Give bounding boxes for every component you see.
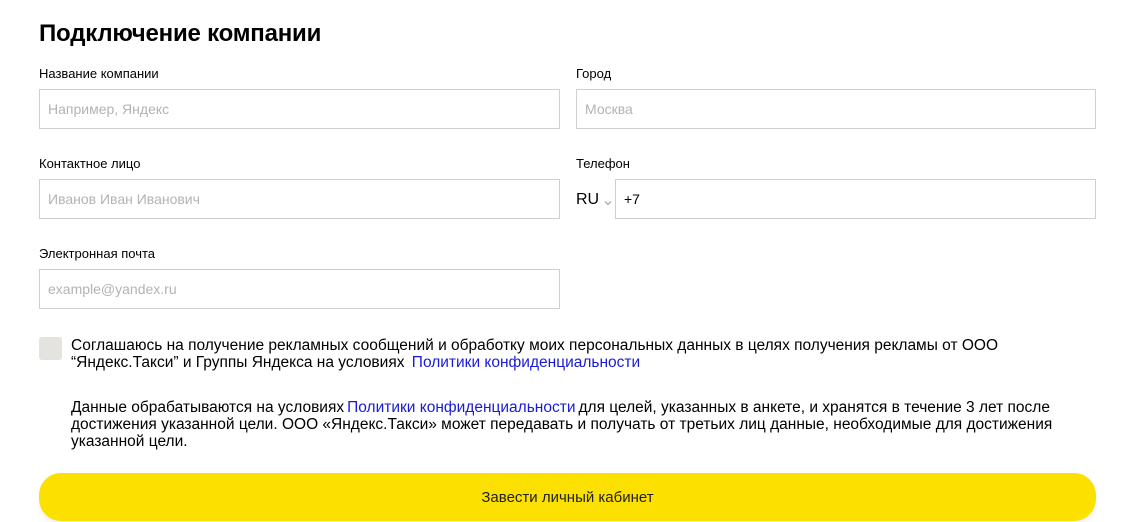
notice-text-before: Данные обрабатываются на условиях	[71, 399, 345, 416]
country-code-value: RU	[576, 191, 600, 208]
company-signup-form: Подключение компании Название компании Г…	[39, 0, 1096, 522]
contact-person-label: Контактное лицо	[39, 156, 141, 171]
consent-checkbox[interactable]	[39, 337, 62, 360]
country-code-select[interactable]: RU	[576, 180, 614, 220]
email-label: Электронная почта	[39, 246, 156, 261]
contact-person-input[interactable]	[39, 179, 560, 219]
data-processing-notice: Данные обрабатываются на условиях Политик…	[71, 399, 1101, 450]
company-name-input[interactable]	[39, 89, 560, 129]
consent-privacy-policy-link[interactable]: Политики конфиденциальности	[412, 354, 640, 371]
phone-input[interactable]	[615, 179, 1096, 219]
phone-label: Телефон	[576, 156, 630, 171]
notice-privacy-policy-link[interactable]: Политики конфиденциальности	[347, 399, 575, 416]
city-label: Город	[576, 66, 612, 81]
page-title: Подключение компании	[39, 20, 322, 47]
chevron-down-icon	[603, 195, 613, 206]
consent-text: Соглашаюсь на получение рекламных сообще…	[71, 337, 1061, 371]
company-name-label: Название компании	[39, 66, 159, 81]
email-input[interactable]	[39, 269, 560, 309]
create-account-button[interactable]: Завести личный кабинет	[39, 473, 1096, 521]
city-input[interactable]	[576, 89, 1096, 129]
